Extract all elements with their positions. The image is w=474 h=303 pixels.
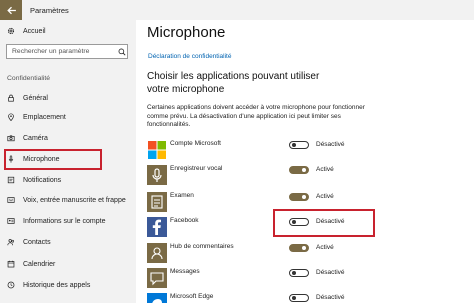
app-name: Hub de commentaires (170, 243, 234, 250)
toggle-state: Désactivé (316, 269, 345, 276)
app-toggle[interactable] (289, 294, 309, 302)
page-title: Microphone (147, 24, 226, 41)
location-icon (7, 113, 15, 121)
app-toggle[interactable] (289, 193, 309, 201)
microsoft-icon (147, 140, 167, 160)
sidebar-item-label: Emplacement (23, 113, 66, 121)
sidebar-item-camera[interactable]: Caméra (0, 128, 136, 148)
search-box[interactable] (6, 44, 128, 59)
sidebar-item-calendar[interactable]: Calendrier (0, 254, 136, 274)
window-title: Paramètres (30, 5, 69, 15)
toggle-state: Activé (316, 244, 334, 251)
call-history-icon (7, 281, 15, 289)
app-row: Messages Désactivé (147, 268, 377, 288)
privacy-statement-link[interactable]: Déclaration de confidentialité (148, 53, 231, 60)
app-name: Compte Microsoft (170, 140, 221, 147)
voice-recorder-icon (147, 165, 167, 185)
exam-icon (147, 192, 167, 212)
app-name: Enregistreur vocal (170, 165, 223, 172)
app-name: Facebook (170, 217, 199, 224)
app-toggle[interactable] (289, 141, 309, 149)
lock-icon (7, 94, 15, 102)
gear-icon (7, 27, 15, 35)
notification-icon (7, 176, 15, 184)
app-name: Examen (170, 192, 194, 199)
camera-icon (7, 134, 15, 142)
app-toggle[interactable] (289, 244, 309, 252)
account-icon (7, 217, 15, 225)
app-name: Microsoft Edge (170, 293, 214, 300)
sidebar-item-label: Général (23, 94, 48, 102)
sidebar-item-contacts[interactable]: Contacts (0, 232, 136, 252)
search-input[interactable] (12, 48, 116, 55)
search-icon[interactable] (118, 48, 126, 56)
section-heading: Choisir les applications pouvant utilise… (147, 71, 320, 95)
sidebar-item-label: Historique des appels (23, 281, 91, 289)
sidebar-home-label: Accueil (23, 27, 46, 35)
edge-icon (147, 293, 167, 303)
sidebar-item-label: Notifications (23, 176, 62, 184)
toggle-state: Activé (316, 193, 334, 200)
contacts-icon (7, 238, 15, 246)
annotation-highlight-microphone (4, 149, 102, 170)
back-button[interactable] (0, 0, 22, 20)
pen-icon (7, 196, 15, 204)
feedback-hub-icon (147, 243, 167, 263)
sidebar-item-call-history[interactable]: Historique des appels (0, 275, 136, 295)
annotation-highlight-facebook-toggle (273, 209, 375, 237)
toggle-state: Activé (316, 166, 334, 173)
sidebar-item-label: Informations sur le compte (23, 217, 106, 225)
back-arrow-icon (6, 6, 16, 14)
app-name: Messages (170, 268, 200, 275)
toggle-state: Désactivé (316, 294, 345, 301)
toggle-state: Désactivé (316, 141, 345, 148)
app-toggle[interactable] (289, 166, 309, 174)
sidebar-item-home[interactable]: Accueil (0, 21, 136, 41)
sidebar-item-speech-inking[interactable]: Voix, entrée manuscrite et frappe (0, 190, 136, 210)
app-row: Enregistreur vocal Activé (147, 165, 377, 185)
main-content: Microphone Déclaration de confidentialit… (136, 20, 474, 303)
sidebar-item-label: Caméra (23, 134, 48, 142)
sidebar-item-label: Calendrier (23, 260, 56, 268)
title-bar: Paramètres (0, 0, 474, 20)
facebook-icon (147, 217, 167, 237)
sidebar-item-account-info[interactable]: Informations sur le compte (0, 211, 136, 231)
section-description: Certaines applications doivent accéder à… (147, 104, 365, 128)
app-row: Hub de commentaires Activé (147, 243, 377, 263)
app-toggle[interactable] (289, 269, 309, 277)
messages-icon (147, 268, 167, 288)
sidebar-item-label: Contacts (23, 238, 51, 246)
app-row: Microsoft Edge Désactivé (147, 293, 377, 303)
sidebar-item-location[interactable]: Emplacement (0, 107, 136, 127)
app-row: Compte Microsoft Désactivé (147, 140, 377, 160)
calendar-icon (7, 260, 15, 268)
section-label: Confidentialité (7, 75, 51, 82)
sidebar-item-general[interactable]: Général (0, 88, 136, 108)
sidebar-item-label: Voix, entrée manuscrite et frappe (23, 196, 126, 204)
sidebar-item-notifications[interactable]: Notifications (0, 170, 136, 190)
